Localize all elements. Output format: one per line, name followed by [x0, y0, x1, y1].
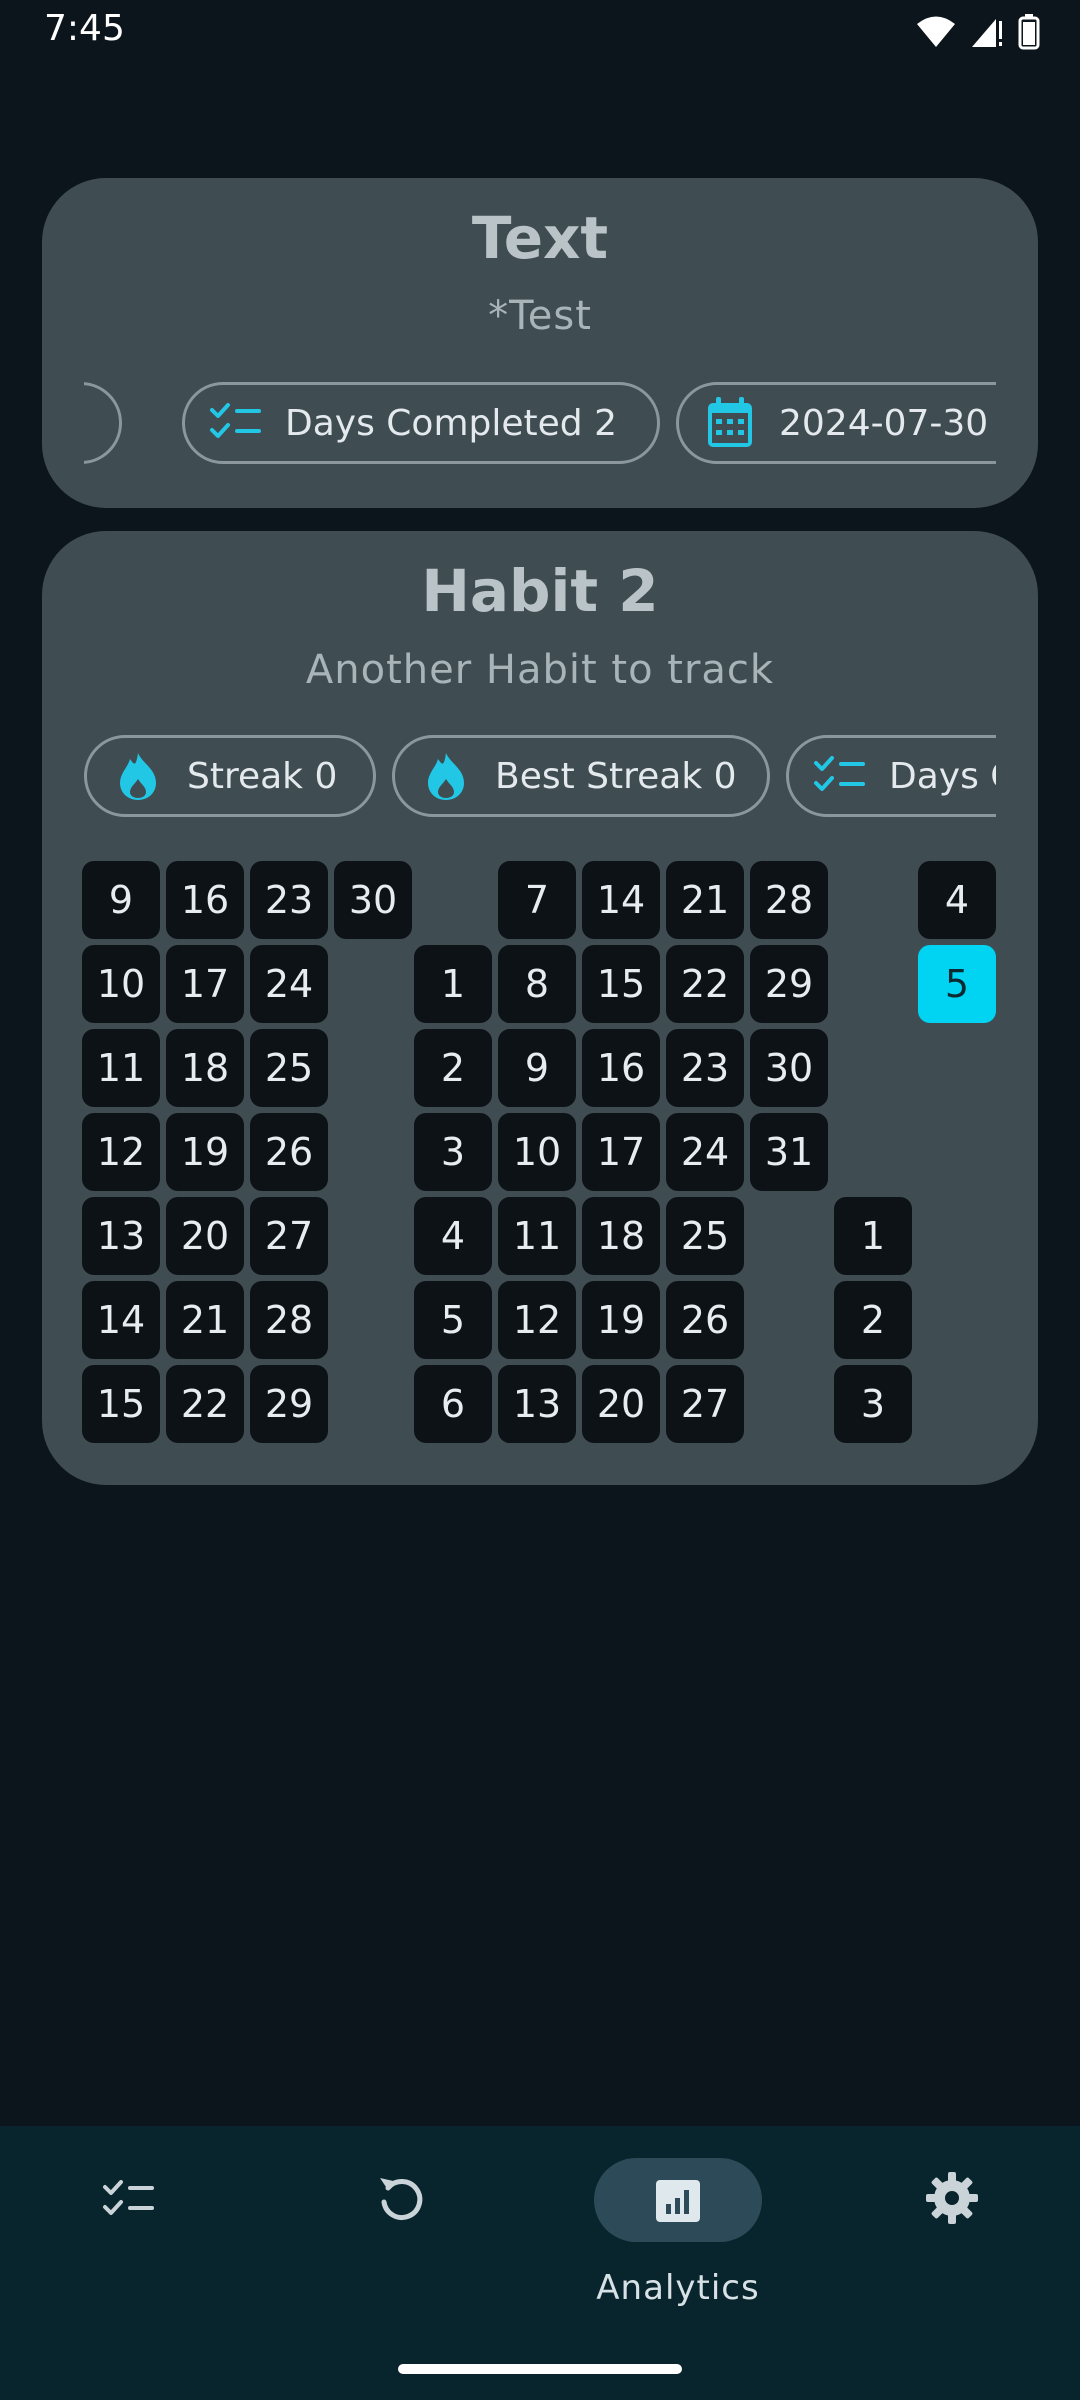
calendar-day[interactable]: 3	[834, 1365, 912, 1443]
calendar-day[interactable]: 17	[166, 945, 244, 1023]
nav-analytics-label[interactable]: Analytics	[560, 2268, 796, 2308]
calendar-day[interactable]: 11	[82, 1029, 160, 1107]
calendar-day[interactable]: 15	[582, 945, 660, 1023]
calendar-day[interactable]: 5	[414, 1281, 492, 1359]
calendar-day[interactable]: 18	[166, 1029, 244, 1107]
calendar-day[interactable]: 20	[166, 1197, 244, 1275]
calendar-day[interactable]: 9	[82, 861, 160, 939]
battery-icon	[1018, 14, 1040, 50]
calendar-day[interactable]: 21	[166, 1281, 244, 1359]
calendar-day[interactable]: 1	[414, 945, 492, 1023]
calendar-day[interactable]: 28	[750, 861, 828, 939]
calendar-day[interactable]: 18	[582, 1197, 660, 1275]
calendar-day[interactable]: 4	[918, 861, 996, 939]
analytics-icon	[656, 2180, 700, 2222]
calendar-day[interactable]: 29	[750, 945, 828, 1023]
calendar-day[interactable]: 15	[82, 1365, 160, 1443]
calendar-day[interactable]: 27	[250, 1197, 328, 1275]
status-icons	[916, 12, 1040, 52]
calendar-day[interactable]: 19	[166, 1113, 244, 1191]
calendar-day[interactable]: 24	[250, 945, 328, 1023]
habit-card-text[interactable]: Text *Test Days Completed 2 2024-07-30	[42, 178, 1038, 508]
calendar-day[interactable]: 22	[666, 945, 744, 1023]
calendar-day[interactable]: 19	[582, 1281, 660, 1359]
signal-icon	[972, 19, 1002, 47]
stat-chip-row[interactable]: Days Completed 2 2024-07-30	[84, 382, 996, 466]
calendar-day[interactable]: 16	[166, 861, 244, 939]
calendar-day[interactable]: 2	[414, 1029, 492, 1107]
calendar-day[interactable]: 2	[834, 1281, 912, 1359]
calendar-day[interactable]: 14	[582, 861, 660, 939]
calendar-day[interactable]: 29	[250, 1365, 328, 1443]
calendar-day[interactable]: 3	[414, 1113, 492, 1191]
calendar-day[interactable]: 20	[582, 1365, 660, 1443]
calendar-day[interactable]: 25	[666, 1197, 744, 1275]
nav-analytics-pill[interactable]	[594, 2158, 762, 2242]
calendar-day[interactable]: 10	[498, 1113, 576, 1191]
calendar-day[interactable]: 8	[498, 945, 576, 1023]
gear-icon	[926, 2172, 978, 2224]
calendar-day[interactable]: 30	[334, 861, 412, 939]
calendar-day[interactable]: 23	[250, 861, 328, 939]
nav-habits[interactable]	[28, 2126, 228, 2326]
status-time: 7:45	[44, 8, 125, 49]
calendar-day[interactable]: 6	[414, 1365, 492, 1443]
calendar-day[interactable]: 1	[834, 1197, 912, 1275]
calendar-day[interactable]: 16	[582, 1029, 660, 1107]
calendar-day[interactable]: 12	[498, 1281, 576, 1359]
calendar-day[interactable]: 30	[750, 1029, 828, 1107]
calendar-day[interactable]: 14	[82, 1281, 160, 1359]
status-bar: 7:45	[0, 0, 1080, 64]
wifi-icon	[917, 16, 955, 47]
checklist-icon	[103, 2180, 154, 2215]
habit-calendar-grid: 9 16 23 30 10 17 24 11 18 25 12 19 26 13 20 27 14 21 28 15 2…	[42, 531, 1038, 1485]
calendar-day[interactable]: 31	[750, 1113, 828, 1191]
calendar-day[interactable]: 4	[414, 1197, 492, 1275]
calendar-day[interactable]: 7	[498, 861, 576, 939]
refresh-icon	[380, 2178, 423, 2220]
calendar-day-today[interactable]: 5	[918, 945, 996, 1023]
nav-settings[interactable]	[852, 2126, 1052, 2326]
calendar-day[interactable]: 22	[166, 1365, 244, 1443]
calendar-day[interactable]: 13	[82, 1197, 160, 1275]
date-chip[interactable]: 2024-07-30	[676, 382, 996, 464]
calendar-icon	[703, 396, 757, 450]
habit-title: Text	[471, 204, 609, 272]
calendar-day[interactable]: 28	[250, 1281, 328, 1359]
nav-history[interactable]	[302, 2126, 502, 2326]
calendar-day[interactable]: 10	[82, 945, 160, 1023]
calendar-day[interactable]: 27	[666, 1365, 744, 1443]
habit-card-habit-2[interactable]: Habit 2 Another Habit to track Streak 0 …	[42, 531, 1038, 1485]
bottom-navigation: Analytics	[0, 2126, 1080, 2400]
chip-label: 2024-07-30	[779, 402, 989, 444]
calendar-day[interactable]: 23	[666, 1029, 744, 1107]
habit-description: *Test	[488, 293, 592, 339]
calendar-day[interactable]: 26	[250, 1113, 328, 1191]
calendar-day[interactable]: 24	[666, 1113, 744, 1191]
calendar-day[interactable]: 25	[250, 1029, 328, 1107]
calendar-day[interactable]: 13	[498, 1365, 576, 1443]
stat-chip-partial[interactable]	[84, 382, 122, 464]
calendar-day[interactable]: 26	[666, 1281, 744, 1359]
calendar-day[interactable]: 11	[498, 1197, 576, 1275]
calendar-day[interactable]: 17	[582, 1113, 660, 1191]
days-completed-chip[interactable]: Days Completed 2	[182, 382, 660, 464]
calendar-day[interactable]: 9	[498, 1029, 576, 1107]
chip-label: Days Completed 2	[285, 402, 617, 444]
calendar-day[interactable]: 21	[666, 861, 744, 939]
calendar-day[interactable]: 12	[82, 1113, 160, 1191]
home-indicator	[398, 2364, 682, 2374]
checklist-icon	[209, 396, 263, 450]
